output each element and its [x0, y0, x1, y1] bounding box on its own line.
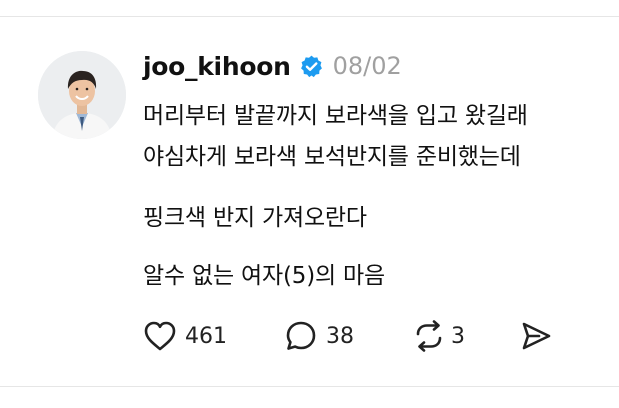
repost-icon — [416, 320, 442, 352]
username[interactable]: joo_kihoon — [143, 52, 291, 81]
bottom-divider — [0, 386, 619, 387]
avatar-photo — [38, 51, 126, 139]
action-bar: 461 38 3 — [143, 316, 563, 356]
send-icon — [522, 322, 551, 350]
like-button[interactable]: 461 — [143, 316, 227, 356]
post-header: joo_kihoon 08/02 — [143, 48, 402, 84]
repost-count: 3 — [451, 323, 465, 349]
post-date: 08/02 — [332, 52, 402, 80]
comment-bubble-icon — [286, 321, 316, 350]
repost-button[interactable]: 3 — [411, 316, 465, 356]
post-text-line-4: 알수 없는 여자(5)의 마음 — [143, 263, 385, 289]
post-text-line-3: 핑크색 반지 가져오란다 — [143, 205, 367, 231]
share-button[interactable] — [519, 316, 553, 356]
verified-badge-icon — [299, 54, 324, 79]
heart-icon — [144, 321, 176, 351]
avatar[interactable] — [38, 51, 126, 139]
comment-count: 38 — [326, 323, 354, 349]
comment-button[interactable]: 38 — [284, 316, 354, 356]
post-text-line-1: 머리부터 발끝까지 보라색을 입고 왔길래 — [143, 103, 528, 129]
top-divider — [0, 16, 619, 17]
like-count: 461 — [185, 323, 227, 349]
post-text-line-2: 야심차게 보라색 보석반지를 준비했는데 — [143, 144, 521, 170]
